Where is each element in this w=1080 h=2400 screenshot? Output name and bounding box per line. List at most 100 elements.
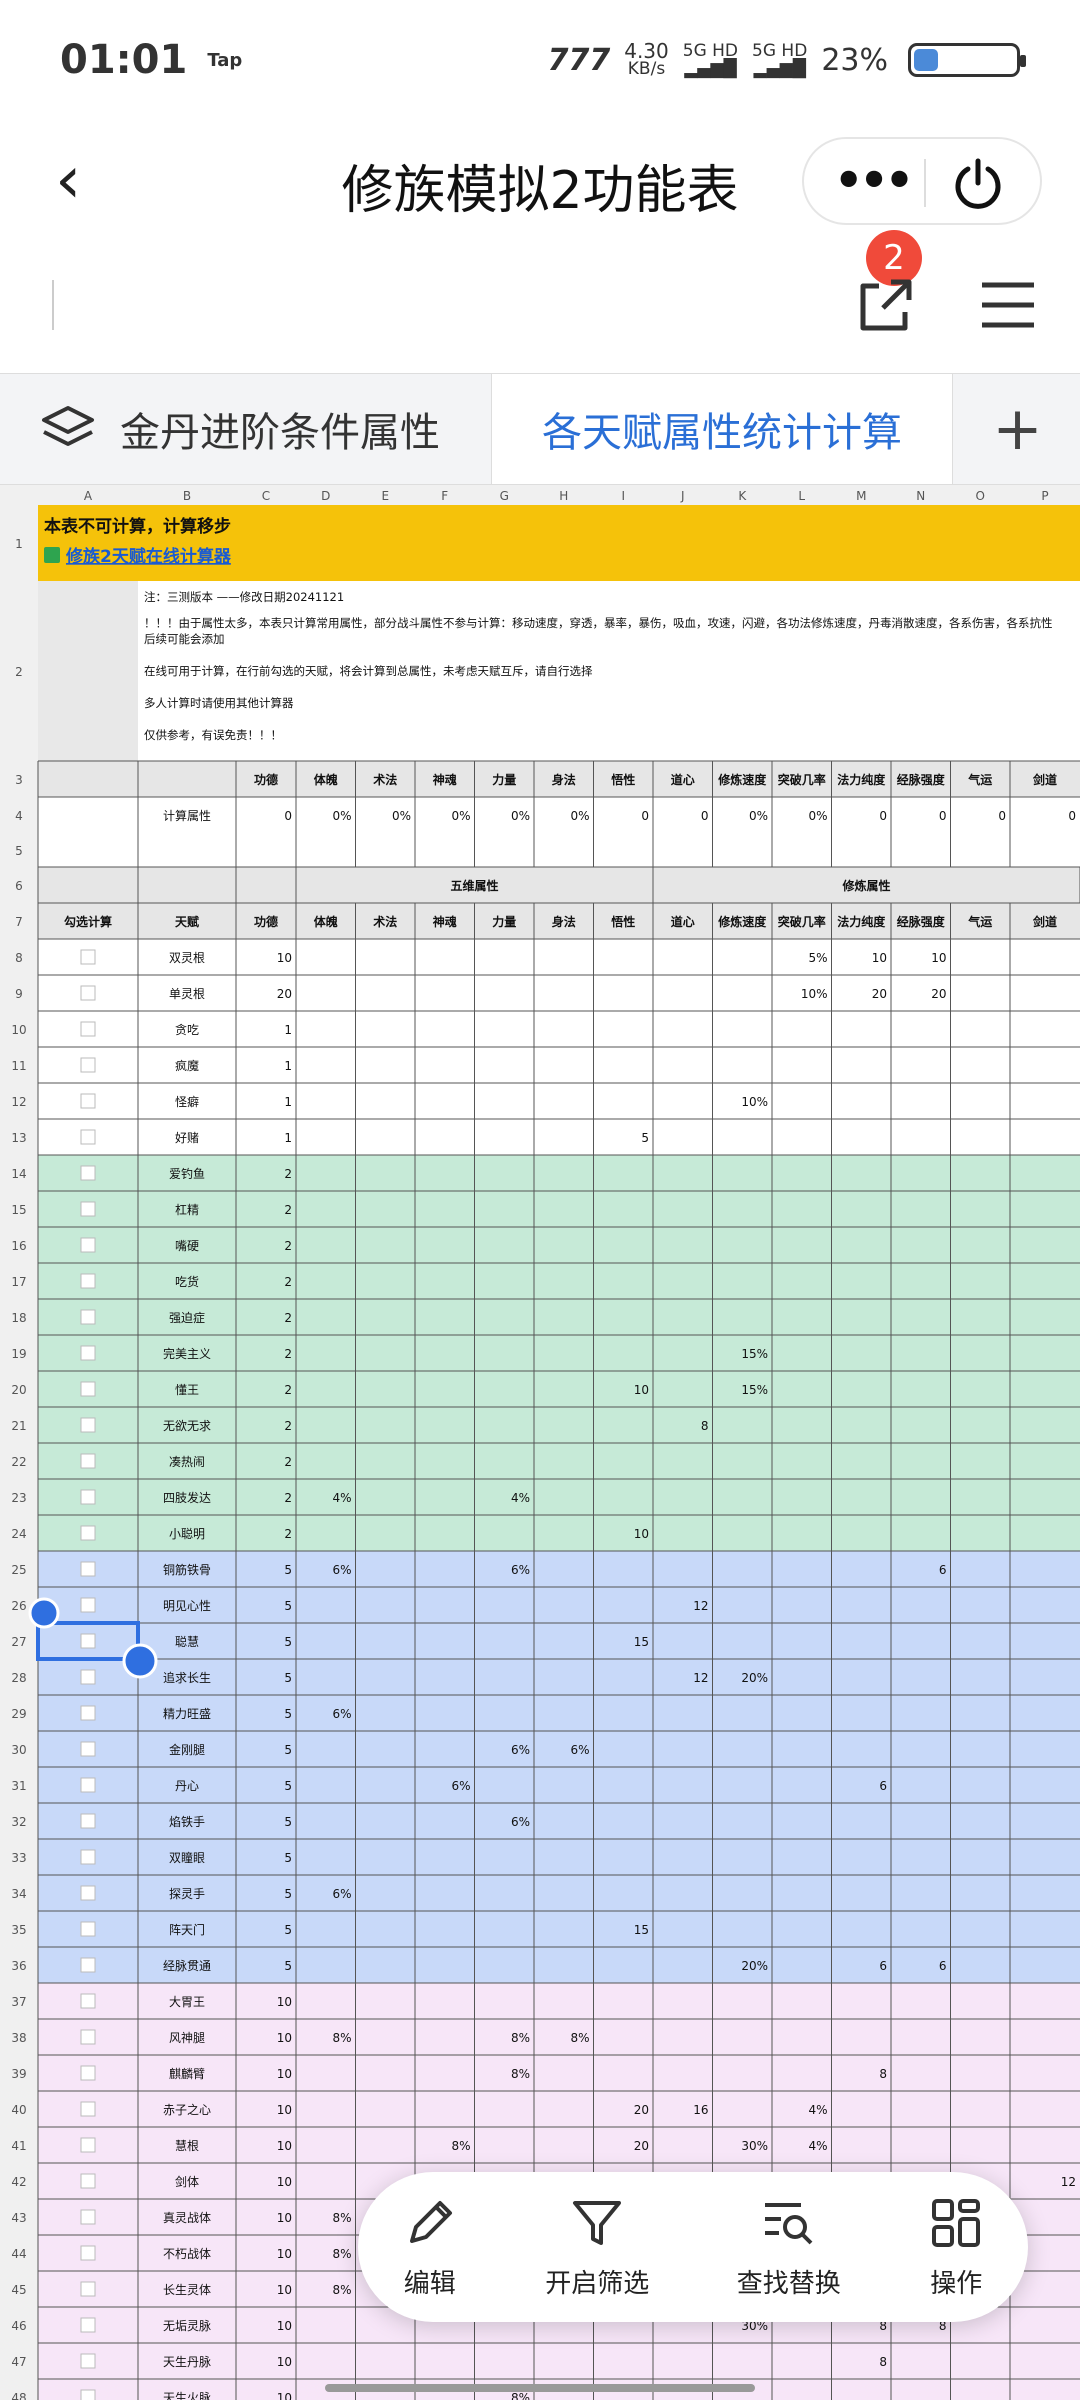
- talent-name: 懂王: [175, 1383, 199, 1397]
- calc-value: 0: [284, 809, 292, 823]
- header-cell: 体魄: [314, 914, 338, 929]
- column-header-n: N: [916, 489, 925, 503]
- add-sheet-button[interactable]: +: [955, 374, 1080, 484]
- row-number: 30: [11, 1743, 26, 1757]
- row-number: 9: [15, 987, 23, 1001]
- row-number: 27: [11, 1635, 26, 1649]
- talent-merit: 10: [277, 2247, 292, 2261]
- talent-value: 20%: [741, 1959, 768, 1973]
- row-number: 13: [11, 1131, 26, 1145]
- talent-value: 8%: [511, 2391, 530, 2400]
- sheet-link-icon: [44, 547, 60, 563]
- calc-value: 0: [701, 809, 709, 823]
- checkbox: [80, 1093, 96, 1109]
- talent-merit: 5: [284, 1959, 292, 1973]
- talent-merit: 5: [284, 1563, 292, 1577]
- talent-name: 四肢发达: [163, 1490, 211, 1505]
- checkbox: [80, 1705, 96, 1721]
- note-line: 后续可能会添加: [144, 632, 225, 646]
- checkbox: [80, 2065, 96, 2081]
- group-five: 五维属性: [450, 878, 498, 893]
- header-cell: 道心: [671, 772, 695, 787]
- checkbox: [80, 1921, 96, 1937]
- header-cell: 悟性: [611, 914, 635, 929]
- share-icon[interactable]: [855, 276, 915, 336]
- filter-icon: [573, 2200, 622, 2245]
- row-number: 4: [15, 809, 23, 823]
- talent-name: 天生火脉: [163, 2390, 211, 2400]
- talent-merit: 10: [277, 2211, 292, 2225]
- talent-name: 赤子之心: [163, 2103, 211, 2117]
- talent-merit: 10: [277, 2319, 292, 2333]
- header-cell: 术法: [372, 772, 397, 787]
- filter-button[interactable]: 开启筛选: [545, 2195, 649, 2300]
- checkbox: [80, 1993, 96, 2009]
- header-cell: 术法: [372, 914, 397, 929]
- talent-merit: 2: [284, 1203, 292, 1217]
- calc-value: 0: [939, 809, 947, 823]
- talent-merit: 5: [284, 1743, 292, 1757]
- talent-value: 6%: [511, 1743, 530, 1757]
- row-number: 16: [11, 1239, 26, 1253]
- grid-icon: [932, 2198, 981, 2247]
- checkbox: [80, 1777, 96, 1793]
- edit-button[interactable]: 编辑: [402, 2195, 458, 2300]
- talent-merit: 10: [277, 2067, 292, 2081]
- header-cell: 身法: [552, 772, 576, 787]
- talent-value: 8%: [332, 2211, 351, 2225]
- talent-merit: 10: [277, 2283, 292, 2297]
- calc-value: 0%: [332, 809, 351, 823]
- row-number: 28: [11, 1671, 26, 1685]
- talent-merit: 2: [284, 1347, 292, 1361]
- talent-value: 8%: [511, 2031, 530, 2045]
- header-cell: 天赋: [175, 914, 199, 929]
- talent-merit: 10: [277, 1995, 292, 2009]
- talent-value: 4%: [511, 1491, 530, 1505]
- talent-value: 8: [879, 2067, 887, 2081]
- talent-name: 无欲无求: [163, 1419, 211, 1433]
- talent-name: 剑体: [175, 2174, 199, 2189]
- row-number: 44: [11, 2247, 26, 2261]
- spreadsheet-grid[interactable]: A B C D E F G H I J K L M N O P 1 2 3 4 5 6 7 8 9 10 11 12 13 14 15 16 1…: [0, 485, 1080, 2400]
- talent-name: 风神腿: [169, 2031, 205, 2045]
- doc-toolbar: [0, 240, 1080, 370]
- checkbox: [80, 1525, 96, 1541]
- row-number: 1: [15, 537, 23, 551]
- column-header-m: M: [856, 489, 866, 503]
- talent-value: 15: [634, 1923, 649, 1937]
- talent-value: 8%: [332, 2031, 351, 2045]
- power-icon[interactable]: [950, 155, 1006, 211]
- talent-name: 无垢灵脉: [163, 2318, 211, 2333]
- find-replace-button[interactable]: 查找替换: [737, 2195, 841, 2300]
- row-number: 35: [11, 1923, 26, 1937]
- checkbox: [80, 2317, 96, 2333]
- tab-talent-stats[interactable]: 各天赋属性统计计算: [491, 374, 953, 484]
- talent-name: 好赌: [175, 1131, 199, 1145]
- home-indicator[interactable]: [325, 2384, 755, 2392]
- calc-value: 0: [879, 809, 887, 823]
- talent-value: 6%: [511, 1563, 530, 1577]
- row-number: 6: [15, 879, 23, 893]
- operations-button[interactable]: 操作: [928, 2195, 984, 2300]
- hamburger-menu-icon[interactable]: [980, 280, 1036, 330]
- talent-value: 4%: [332, 1491, 351, 1505]
- talent-merit: 10: [277, 2355, 292, 2369]
- talent-value: 8%: [451, 2139, 470, 2153]
- checkbox: [80, 1669, 96, 1685]
- more-icon[interactable]: •••: [834, 153, 914, 207]
- note-line: 在线可用于计算，在行前勾选的天赋，将会计算到总属性，未考虑天赋互斥，请自行选择: [144, 664, 593, 678]
- row-number: 8: [15, 951, 23, 965]
- column-header-i: I: [621, 489, 625, 503]
- header-cell: 剑道: [1032, 772, 1057, 787]
- row-number: 17: [11, 1275, 26, 1289]
- note-line: 多人计算时请使用其他计算器: [144, 696, 294, 710]
- talent-merit: 2: [284, 1419, 292, 1433]
- row-number: 3: [15, 773, 23, 787]
- row-number: 10: [11, 1023, 26, 1037]
- clock: 01:01: [60, 37, 188, 83]
- talent-value: 5: [641, 1131, 649, 1145]
- talent-merit: 10: [277, 2139, 292, 2153]
- header-cell: 法力纯度: [837, 914, 886, 929]
- tab-jindan[interactable]: 金丹进阶条件属性: [0, 374, 490, 484]
- talent-value: 10: [872, 951, 887, 965]
